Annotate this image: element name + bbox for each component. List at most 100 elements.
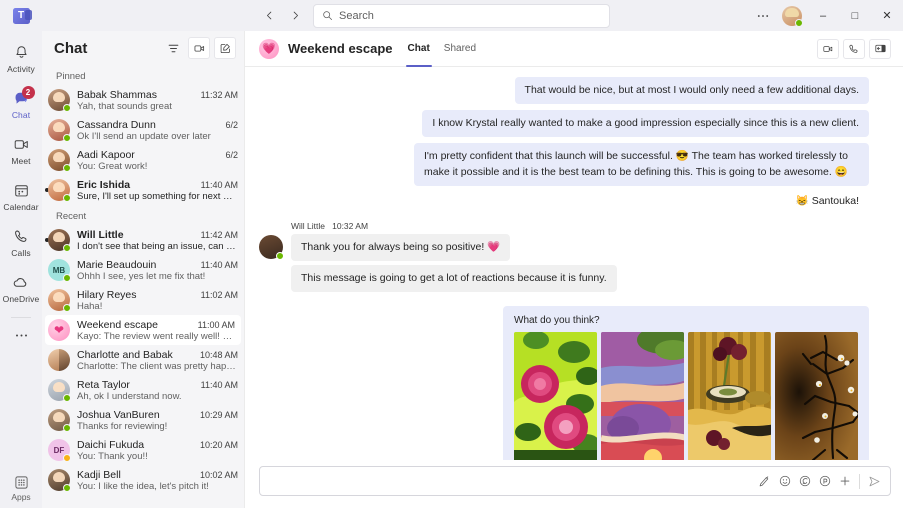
avatar: DF — [48, 439, 71, 462]
gallery-image[interactable] — [775, 332, 858, 460]
presence-badge — [795, 18, 803, 27]
conversation-tabs: Chat Shared — [405, 31, 478, 67]
message-row: 😸 Santouka! — [259, 192, 869, 207]
chat-list-item-preview: Haha! — [77, 300, 103, 312]
chat-list-item[interactable]: Babak Shammas 11:32 AM Yah, that sounds gr… — [42, 85, 244, 115]
chat-list-item[interactable]: Hilary Reyes 11:02 AM Haha! — [42, 285, 244, 315]
gallery-image[interactable] — [601, 332, 684, 460]
chat-list-item-time: 11:40 AM — [200, 179, 238, 190]
message-bubble: This message is going to get a lot of re… — [291, 265, 617, 293]
sticker-icon[interactable] — [815, 471, 835, 491]
send-icon[interactable] — [864, 471, 884, 491]
presence-badge — [63, 394, 71, 402]
message-bubble: I know Krystal really wanted to make a g… — [422, 110, 869, 138]
message-input[interactable] — [259, 466, 891, 496]
audio-call-button[interactable] — [843, 38, 865, 59]
rail-divider — [11, 317, 31, 318]
chat-list-item-text: Eric Ishida 11:40 AM Sure, I'll set up som… — [77, 179, 238, 202]
giphy-icon[interactable] — [795, 471, 815, 491]
presence-badge — [63, 454, 71, 462]
chat-list-item-text: Charlotte and Babak 10:48 AM Charlotte: Th… — [77, 349, 238, 372]
conversation-actions — [817, 38, 891, 59]
chat-list-item[interactable]: Cassandra Dunn 6/2 Ok I'll send an update … — [42, 115, 244, 145]
gallery-image[interactable] — [514, 332, 597, 460]
rail-more-apps-icon[interactable] — [0, 320, 42, 350]
chat-list-item[interactable]: Charlotte and Babak 10:48 AM Charlotte: Th… — [42, 345, 244, 375]
avatar — [48, 469, 71, 492]
sidebar-item-activity[interactable]: Activity — [0, 35, 42, 81]
presence-badge — [63, 194, 71, 202]
chat-list-item-name: Reta Taylor — [77, 378, 130, 391]
ellipsis-icon[interactable] — [749, 0, 777, 31]
chat-list-item[interactable]: Will Little 11:42 AM I don't see that bein… — [42, 225, 244, 255]
search-input[interactable]: Search — [313, 3, 610, 28]
sidebar-item-label: Activity — [7, 63, 35, 74]
avatar[interactable] — [782, 5, 803, 27]
plus-icon[interactable] — [835, 471, 855, 491]
chat-list-item-time: 10:48 AM — [199, 349, 238, 360]
chevron-right-icon[interactable] — [283, 4, 307, 28]
sidebar-item-calls[interactable]: Calls — [0, 219, 42, 265]
sidebar-item-chat[interactable]: 2 Chat — [0, 81, 42, 127]
message-row: I know Krystal really wanted to make a g… — [259, 110, 869, 138]
chat-list-item[interactable]: Aadi Kapoor 6/2 You: Great work! — [42, 145, 244, 175]
tab-shared[interactable]: Shared — [442, 31, 478, 67]
minimize-button[interactable]: – — [807, 0, 839, 31]
video-call-button[interactable] — [817, 38, 839, 59]
emoji-icon[interactable] — [775, 471, 795, 491]
conversation-header: 💗 Weekend escape Chat Shared — [245, 31, 903, 67]
sidebar-item-calendar[interactable]: Calendar — [0, 173, 42, 219]
tab-chat[interactable]: Chat — [405, 31, 433, 67]
chat-list-item[interactable]: Joshua VanBuren 10:29 AM Thanks for review… — [42, 405, 244, 435]
chat-list-item-name: Weekend escape — [77, 318, 158, 331]
filter-icon[interactable] — [162, 37, 184, 59]
chat-list-item-name: Aadi Kapoor — [77, 148, 135, 161]
chat-list-item[interactable]: Reta Taylor 11:40 AM Ah, ok I understand n… — [42, 375, 244, 405]
chat-list-item[interactable]: Kadji Bell 10:02 AM You: I like the idea, … — [42, 465, 244, 495]
open-chat-details-button[interactable] — [869, 38, 891, 59]
chat-list-item[interactable]: ❤ Weekend escape 11:00 AM Kayo: The review … — [45, 315, 241, 345]
gallery-image[interactable] — [688, 332, 771, 460]
chat-list-item-time: 11:42 AM — [200, 229, 238, 240]
avatar — [48, 349, 70, 371]
avatar: ❤ — [48, 319, 70, 341]
close-button[interactable]: ✕ — [871, 0, 903, 31]
meet-now-button[interactable] — [188, 37, 210, 59]
presence-badge — [63, 484, 71, 492]
page-title: Chat — [54, 39, 88, 57]
chat-list-item-time: 11:00 AM — [197, 319, 235, 330]
avatar — [48, 379, 71, 402]
format-icon[interactable] — [755, 471, 775, 491]
chat-list-scroll-area[interactable]: Pinned Babak Shammas 11:32 AM Yah, that sou… — [42, 65, 244, 508]
chat-list-section-header: Pinned — [56, 71, 86, 82]
chat-list-item[interactable]: MB Marie Beaudouin 11:40 AM Ohhh I see, yes… — [42, 255, 244, 285]
message-row: What do you think? — [259, 306, 869, 460]
chevron-left-icon[interactable] — [257, 4, 281, 28]
chat-list-item-text: Babak Shammas 11:32 AM Yah, that sounds gr… — [77, 89, 238, 112]
bell-icon — [13, 43, 30, 63]
incoming-message-group: Will Little 10:32 AM Thank you for alway… — [259, 221, 869, 293]
chat-list-item[interactable]: DF Daichi Fukuda 10:20 AM You: Thank you!! — [42, 435, 244, 465]
message-list[interactable]: That would be nice, but at most I would … — [245, 67, 903, 460]
chat-list-item-name: Joshua VanBuren — [77, 408, 160, 421]
sidebar-item-onedrive[interactable]: OneDrive — [0, 265, 42, 311]
title-bar: Search – □ ✕ — [0, 0, 903, 31]
avatar — [48, 229, 71, 252]
chat-list-item-time: 10:02 AM — [199, 469, 238, 480]
new-chat-button[interactable] — [214, 37, 236, 59]
chat-list-item-name: Daichi Fukuda — [77, 438, 145, 451]
presence-badge — [63, 424, 71, 432]
maximize-button[interactable]: □ — [839, 0, 871, 31]
conversation-avatar: 💗 — [259, 38, 279, 59]
sidebar-item-meet[interactable]: Meet — [0, 127, 42, 173]
search-icon — [322, 10, 333, 21]
chat-icon: 2 — [13, 85, 35, 109]
teams-logo — [0, 0, 42, 31]
chat-list-item[interactable]: Eric Ishida 11:40 AM Sure, I'll set up som… — [42, 175, 244, 205]
chat-list-item-name: Charlotte and Babak — [77, 348, 173, 361]
sidebar-item-apps[interactable]: Apps — [0, 474, 42, 502]
chat-list-item-text: Marie Beaudouin 11:40 AM Ohhh I see, yes l… — [77, 259, 238, 282]
calendar-icon — [13, 181, 30, 201]
avatar — [48, 119, 71, 142]
chat-list-item-preview: You: I like the idea, let's pitch it! — [77, 480, 209, 492]
